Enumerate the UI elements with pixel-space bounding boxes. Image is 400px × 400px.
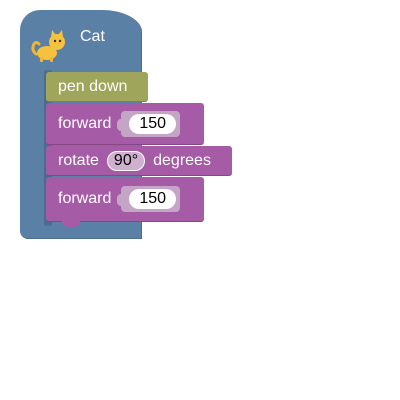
forward-block[interactable]: forward 150 — [46, 177, 204, 222]
pen-down-block[interactable]: pen down — [46, 72, 148, 102]
socket-tab — [117, 118, 126, 131]
forward-distance-input[interactable]: 150 — [129, 113, 177, 134]
forward-block[interactable]: forward 150 — [46, 103, 204, 145]
forward-value-socket: 150 — [117, 110, 181, 137]
rotate-label: rotate — [58, 151, 99, 169]
forward-distance-input[interactable]: 150 — [129, 189, 177, 209]
degrees-label: degrees — [153, 151, 211, 169]
rotate-angle-input[interactable]: 90° — [106, 150, 146, 171]
blocks-workspace[interactable]: Cat pen down forward 150 rotate 90° degr… — [0, 0, 400, 400]
pen-down-label: pen down — [58, 77, 128, 95]
socket-tab — [117, 194, 126, 206]
forward-label: forward — [58, 114, 112, 132]
sprite-name: Cat — [80, 28, 105, 45]
rotate-block[interactable]: rotate 90° degrees — [46, 146, 232, 176]
forward-value-socket: 150 — [117, 186, 181, 212]
cat-icon — [31, 30, 65, 62]
forward-label: forward — [58, 190, 112, 207]
